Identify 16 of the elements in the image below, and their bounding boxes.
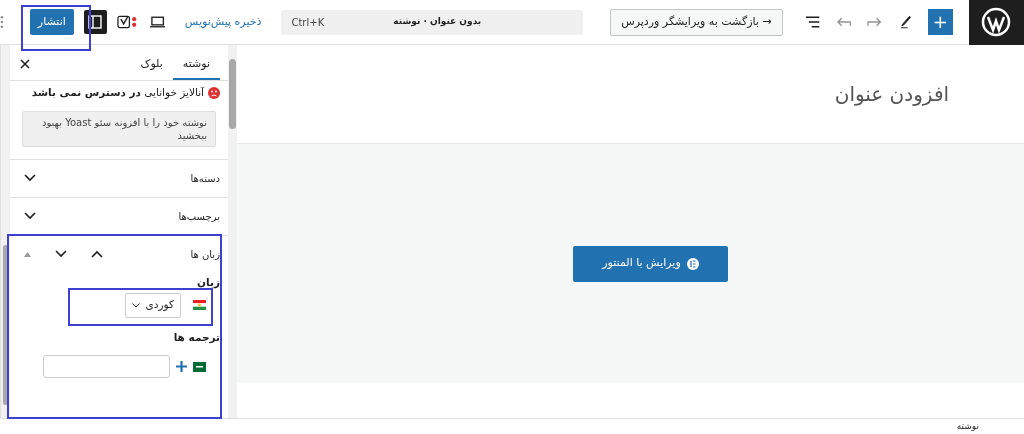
translations-label: ترجمه ها [172,329,221,346]
add-block-button[interactable]: + [927,9,953,35]
elementor-button[interactable]: ویرایش با المنتور [573,245,728,282]
yoast-notice: نوشته خود را با افزونه سئو Yoast بهبود ببخشید [22,110,216,147]
title-placeholder[interactable]: افزودن عنوان [834,79,949,109]
readability-status: آنالایز خوانایی در دسترس نمی باشد [31,85,204,101]
status-bar-text: نوشته [956,419,979,433]
save-draft-link[interactable]: ذخیره پیش‌نویس [184,13,262,31]
publish-button[interactable]: انتشار [29,9,74,35]
sidebar-tab[interactable]: بلوک [130,50,173,80]
back-button[interactable]: → بازگشت به ویرایشگر وردپرس [610,8,783,36]
language-select[interactable]: کوردی [124,292,181,318]
language-label: زبان [196,274,221,291]
shortcut-text: Ctrl+K [291,15,325,30]
sidebar-tab[interactable]: نوشته [172,50,220,80]
document-title: بدون عنوان · نوشته [393,15,482,29]
